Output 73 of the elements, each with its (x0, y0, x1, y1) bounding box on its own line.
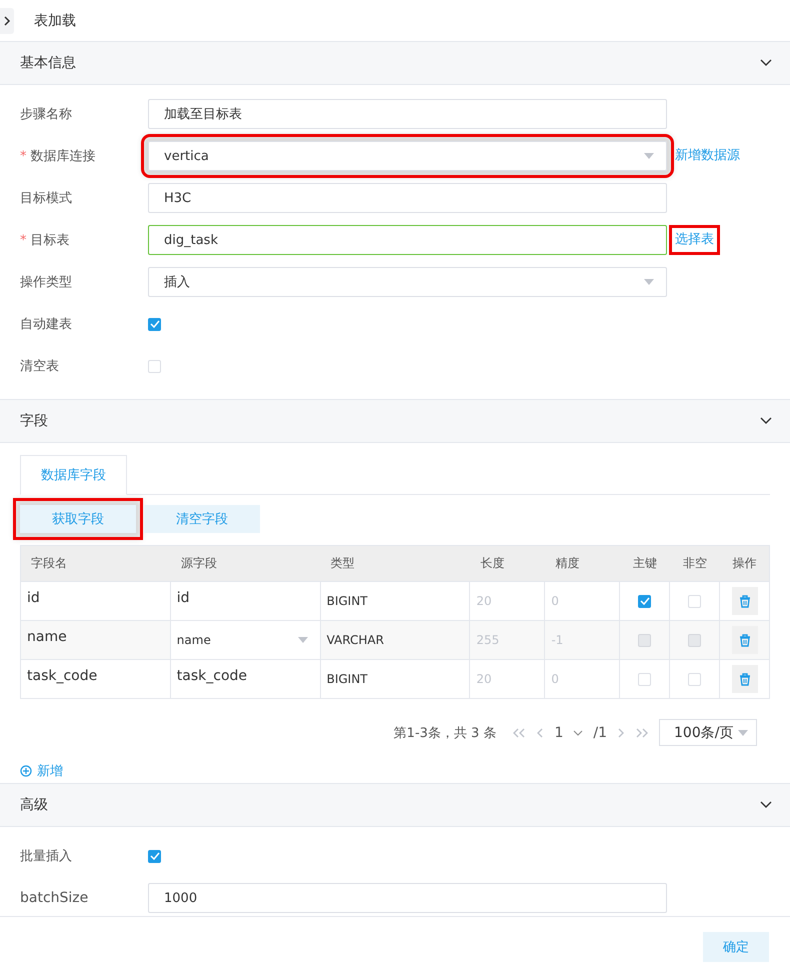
chevron-down-icon (760, 417, 772, 425)
checkbox[interactable] (638, 594, 652, 608)
table-cell: VARCHAR (320, 621, 470, 659)
field-label: * 目标表 (19, 232, 71, 249)
chevron-down-icon (760, 801, 772, 809)
table-cell: 20 (470, 582, 546, 620)
previous-page-icon[interactable] (536, 728, 544, 738)
page-total: /1 (593, 724, 607, 740)
column-header: 类型 (330, 555, 356, 572)
next-page-icon[interactable] (617, 728, 625, 738)
section-title: 字段 (20, 412, 48, 430)
field-label: batchSize (19, 890, 90, 906)
trash-icon (738, 672, 751, 686)
table-cell: 0 (545, 582, 620, 620)
dropdown-arrow-icon (298, 637, 308, 643)
table-cell: 255 (470, 621, 546, 659)
trash-icon (738, 634, 751, 646)
section-header[interactable]: 字段 (0, 400, 790, 443)
field-label: 步骤名称 (19, 106, 73, 123)
required-mark: * (20, 233, 26, 248)
field-label: 操作类型 (19, 274, 73, 291)
table-cell: BIGINT (320, 660, 470, 698)
column-header: 源字段 (180, 555, 218, 572)
table-cell: task_code (170, 660, 321, 698)
column-header: 非空 (682, 555, 708, 572)
select-field[interactable]: name (170, 621, 321, 659)
dropdown-arrow-icon (644, 279, 654, 285)
input-field[interactable]: 加载至目标表 (148, 99, 667, 129)
table-cell: task_code (21, 660, 171, 698)
table-cell: 0 (545, 660, 620, 698)
input-field[interactable]: dig_task (148, 225, 667, 255)
section-header[interactable]: 高级 (0, 784, 790, 827)
column-header: 精度 (554, 555, 580, 572)
field-label: 目标模式 (19, 190, 73, 207)
section-title: 高级 (20, 796, 48, 814)
chevron-down-icon[interactable] (573, 730, 584, 736)
trash-icon (738, 594, 751, 608)
delete-button[interactable] (732, 587, 758, 615)
chevron-right-icon (2, 14, 12, 26)
page-size-select[interactable]: 100条/页 (659, 719, 757, 746)
input-field[interactable]: 1000 (148, 883, 667, 913)
column-header: 主键 (632, 555, 658, 572)
page-title: 表加载 (34, 12, 76, 30)
column-header: 操作 (732, 555, 758, 572)
checkbox[interactable] (148, 318, 161, 330)
select-field[interactable]: 插入 (148, 267, 667, 297)
field-label: * 数据库连接 (19, 148, 97, 165)
section-header[interactable]: 基本信息 (0, 42, 790, 85)
expand-button[interactable] (0, 8, 14, 34)
input-field[interactable]: H3C (148, 183, 667, 213)
dropdown-arrow-icon (738, 730, 748, 736)
plus-circle-icon (20, 765, 32, 777)
table-cell: id (21, 582, 171, 620)
field-label: 清空表 (19, 358, 60, 375)
dropdown-arrow-icon (644, 153, 654, 159)
column-header: 长度 (479, 555, 506, 572)
last-page-icon[interactable] (635, 728, 649, 738)
table-cell: id (170, 582, 321, 620)
field-label: 批量插入 (19, 848, 73, 865)
required-mark: * (20, 149, 26, 164)
table-cell: BIGINT (320, 582, 470, 620)
chevron-down-icon (760, 59, 772, 67)
table-cell: -1 (545, 621, 620, 659)
page-number[interactable]: 1 (554, 724, 564, 740)
section-title: 基本信息 (20, 54, 76, 72)
delete-button[interactable] (732, 626, 758, 654)
delete-button[interactable] (732, 665, 758, 693)
pagination-summary: 第1-3条，共 3 条 (394, 724, 496, 742)
field-label: 自动建表 (19, 316, 73, 333)
table-cell: 20 (470, 660, 546, 698)
checkbox[interactable] (148, 850, 161, 862)
column-header: 字段名 (30, 555, 68, 572)
first-page-icon[interactable] (512, 728, 526, 738)
